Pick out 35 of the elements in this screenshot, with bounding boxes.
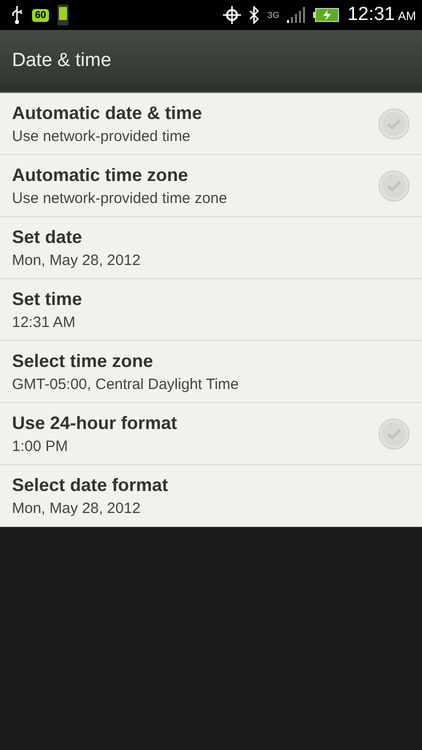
setting-title: Use 24-hour format (12, 412, 178, 434)
setting-title: Set date (12, 226, 84, 248)
setting-summary: Use network-provided time zone (12, 190, 228, 206)
settings-item[interactable]: Automatic time zone Use network-provided time zone (0, 155, 422, 217)
bluetooth-icon (249, 6, 260, 24)
setting-summary: Mon, May 28, 2012 (12, 252, 142, 268)
checkbox[interactable] (378, 108, 410, 140)
checkbox[interactable] (378, 418, 410, 450)
settings-item[interactable]: Set time 12:31 AM (0, 279, 422, 341)
setting-title: Set time (12, 288, 84, 310)
clock-ampm: AM (398, 9, 416, 23)
battery-icon (313, 8, 340, 22)
battery-badge: 60 (32, 8, 50, 22)
setting-summary: GMT-05:00, Central Daylight Time (12, 376, 240, 392)
setting-summary: 12:31 AM (12, 314, 76, 330)
gps-icon (223, 6, 242, 24)
settings-item[interactable]: Select time zone GMT-05:00, Central Daylight Time (0, 341, 422, 403)
settings-item[interactable]: Use 24-hour format 1:00 PM (0, 403, 422, 465)
screen-title: Date & time (12, 50, 112, 72)
setting-summary: Mon, May 28, 2012 (12, 500, 142, 516)
setting-title: Automatic time zone (12, 164, 190, 186)
setting-summary: 1:00 PM (12, 438, 69, 454)
settings-item[interactable]: Select date format Mon, May 28, 2012 (0, 465, 422, 527)
settings-item[interactable]: Set date Mon, May 28, 2012 (0, 217, 422, 279)
setting-title: Select time zone (12, 350, 154, 372)
setting-title: Select date format (12, 474, 170, 496)
settings-item[interactable]: Automatic date & time Use network-provided time (0, 93, 422, 155)
setting-title: Automatic date & time (12, 102, 204, 124)
setting-summary: Use network-provided time (12, 128, 192, 144)
phone-icon (57, 4, 70, 26)
usb-icon (10, 5, 24, 25)
clock-time: 12:31 (347, 4, 395, 26)
signal-icon (287, 7, 306, 23)
checkbox[interactable] (378, 170, 410, 202)
network-type: 3G (267, 10, 280, 20)
